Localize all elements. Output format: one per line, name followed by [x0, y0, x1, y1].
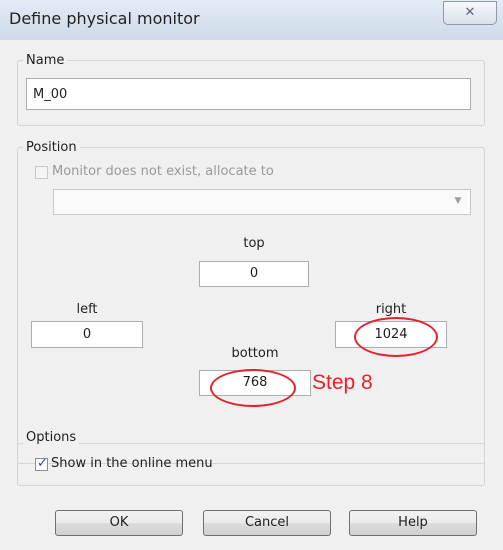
allocate-checkbox[interactable]: [35, 166, 48, 179]
position-group-legend: Position: [23, 140, 80, 155]
cancel-button-label: Cancel: [244, 515, 290, 530]
bottom-label: bottom: [231, 346, 279, 361]
top-input-value: 0: [249, 266, 259, 281]
dialog-client-area: Name M_00 Position Monitor does not exis…: [9, 40, 493, 542]
allocate-checkbox-label: Monitor does not exist, allocate to: [52, 164, 274, 179]
left-input-value: 0: [82, 327, 92, 342]
top-label: top: [243, 236, 265, 251]
show-online-menu-checkbox[interactable]: ✓: [35, 456, 48, 471]
help-button-label: Help: [398, 515, 428, 530]
right-label: right: [375, 302, 407, 317]
annotation-step-label: Step 8: [312, 371, 373, 394]
chevron-down-icon: ▼: [454, 196, 462, 206]
options-group-legend: Options: [23, 430, 80, 445]
checkmark-icon: ✓: [37, 456, 48, 471]
cancel-button[interactable]: Cancel: [203, 510, 331, 536]
allocate-combo[interactable]: ▼: [53, 189, 471, 215]
left-input[interactable]: 0: [31, 321, 143, 348]
define-physical-monitor-dialog: Define physical monitor ✕ Name M_00 Posi…: [0, 0, 503, 550]
window-title: Define physical monitor: [9, 9, 200, 28]
name-group-legend: Name: [23, 53, 68, 68]
ok-button[interactable]: OK: [55, 510, 183, 536]
close-button[interactable]: ✕: [443, 1, 497, 25]
top-input[interactable]: 0: [199, 261, 309, 287]
ok-button-label: OK: [109, 515, 129, 530]
title-bar: Define physical monitor ✕: [0, 0, 503, 40]
annotation-circle-bottom: [210, 369, 296, 407]
left-label: left: [76, 302, 98, 317]
name-input-value: M_00: [33, 87, 68, 102]
show-online-menu-label: Show in the online menu: [51, 456, 213, 471]
close-icon: ✕: [464, 5, 476, 20]
annotation-circle-right: [354, 317, 438, 357]
help-button[interactable]: Help: [349, 510, 477, 536]
name-input[interactable]: M_00: [26, 78, 471, 110]
